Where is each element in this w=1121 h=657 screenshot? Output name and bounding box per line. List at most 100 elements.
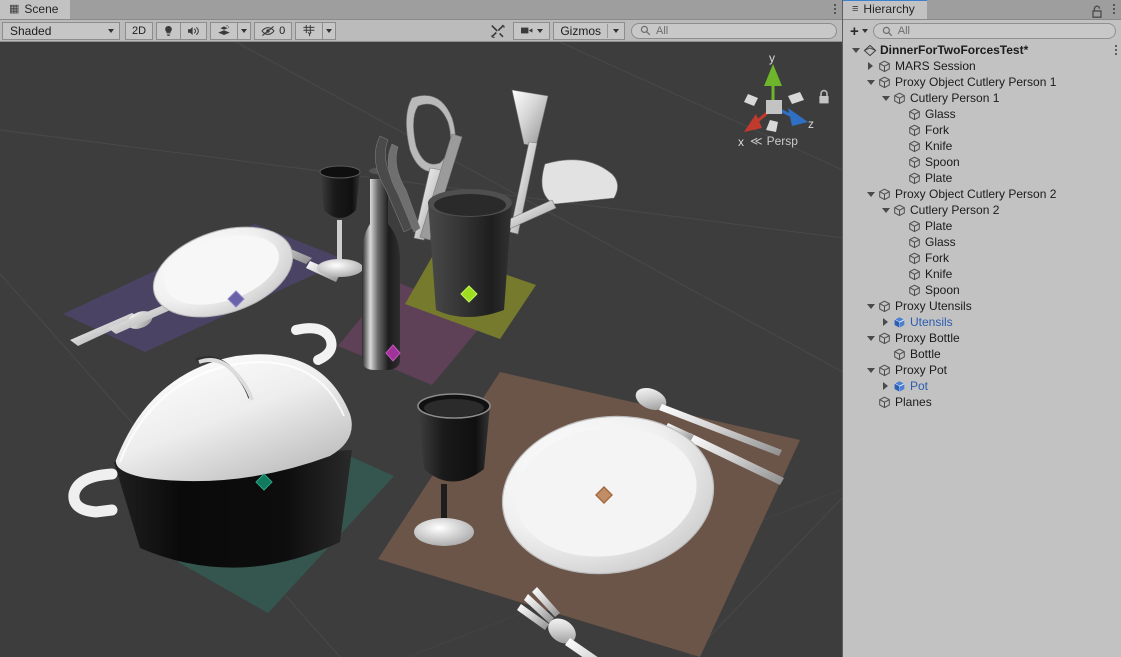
draw-mode-dropdown[interactable]: Shaded — [2, 22, 120, 40]
hierarchy-item-label: Proxy Object Cutlery Person 2 — [892, 187, 1056, 201]
gameobject-icon — [878, 60, 891, 73]
tab-scene[interactable]: ▦ Scene — [0, 0, 70, 19]
toggle-2d-button[interactable]: 2D — [125, 22, 153, 40]
scene-camera-button[interactable] — [513, 22, 550, 40]
grid-snap-button[interactable] — [295, 22, 323, 40]
gameobject-icon — [908, 236, 921, 249]
gameobject-icon — [878, 188, 891, 201]
gameobject-icon — [877, 188, 892, 201]
hierarchy-item[interactable]: Spoon — [843, 282, 1121, 298]
hierarchy-item-label: Spoon — [922, 155, 960, 169]
gameobject-icon — [908, 268, 921, 281]
scene-options-kebab-icon[interactable] — [828, 0, 842, 19]
scene-context-kebab-icon[interactable] — [1115, 42, 1117, 58]
hierarchy-item[interactable]: MARS Session — [843, 58, 1121, 74]
hierarchy-item[interactable]: Proxy Utensils — [843, 298, 1121, 314]
chevron-down-icon[interactable] — [864, 192, 877, 197]
hierarchy-item-label: Knife — [922, 267, 952, 281]
gameobject-icon — [877, 396, 892, 409]
hidden-objects-button[interactable]: 0 — [254, 22, 292, 40]
gameobject-icon — [908, 124, 921, 137]
hierarchy-item-label: Proxy Utensils — [892, 299, 972, 313]
prefab-icon — [893, 316, 906, 329]
hierarchy-item[interactable]: Proxy Pot — [843, 362, 1121, 378]
grid-dropdown-button[interactable] — [322, 22, 336, 40]
hierarchy-item[interactable]: Fork — [843, 250, 1121, 266]
chevron-down-icon — [326, 29, 332, 33]
chevron-down-icon — [862, 29, 868, 33]
hierarchy-item[interactable]: Plate — [843, 170, 1121, 186]
chevron-right-icon[interactable] — [879, 318, 892, 326]
chevron-down-icon[interactable] — [864, 368, 877, 373]
hierarchy-item[interactable]: Proxy Bottle — [843, 330, 1121, 346]
audio-toggle-button[interactable] — [180, 22, 207, 40]
scene-search-input[interactable]: All — [631, 23, 837, 39]
chevron-down-icon — [537, 29, 543, 33]
tools-icon — [490, 24, 505, 38]
hierarchy-item[interactable]: Proxy Object Cutlery Person 2 — [843, 186, 1121, 202]
scene-viewport[interactable]: x y z ≪ Persp — [0, 42, 842, 657]
gizmos-dropdown[interactable] — [608, 29, 624, 33]
hierarchy-item[interactable]: Utensils — [843, 314, 1121, 330]
hierarchy-item-label: Bottle — [907, 347, 941, 361]
effects-dropdown-button[interactable] — [237, 22, 251, 40]
gameobject-icon — [893, 92, 906, 105]
hierarchy-lock-button[interactable] — [1091, 5, 1107, 19]
hierarchy-item-label: Utensils — [907, 315, 953, 329]
scene-render — [0, 42, 842, 657]
gizmos-button[interactable]: Gizmos — [553, 22, 625, 40]
hierarchy-item[interactable]: Planes — [843, 394, 1121, 410]
scene-tools-button[interactable] — [483, 22, 512, 40]
tab-hierarchy[interactable]: ≡ Hierarchy — [843, 0, 927, 19]
hierarchy-item[interactable]: Knife — [843, 266, 1121, 282]
hierarchy-item[interactable]: Cutlery Person 2 — [843, 202, 1121, 218]
gameobject-icon — [907, 172, 922, 185]
hierarchy-search-input[interactable]: All — [873, 23, 1116, 39]
hierarchy-item[interactable]: Knife — [843, 138, 1121, 154]
hierarchy-options-kebab-icon[interactable] — [1107, 0, 1121, 19]
gizmos-label: Gizmos — [554, 24, 607, 38]
list-icon: ≡ — [852, 4, 858, 15]
hierarchy-item-label: DinnerForTwoForcesTest* — [877, 43, 1028, 57]
hierarchy-tree[interactable]: DinnerForTwoForcesTest*MARS SessionProxy… — [843, 42, 1121, 657]
hierarchy-scene-root[interactable]: DinnerForTwoForcesTest* — [843, 42, 1121, 58]
hierarchy-item[interactable]: Fork — [843, 122, 1121, 138]
hierarchy-item[interactable]: Glass — [843, 234, 1121, 250]
gameobject-icon — [907, 108, 922, 121]
camera-icon — [520, 25, 534, 36]
unity-editor-window: ▦ Scene Shaded 2D — [0, 0, 1121, 657]
chevron-right-icon[interactable] — [864, 62, 877, 70]
effects-toggle-button[interactable] — [210, 22, 238, 40]
chevron-down-icon[interactable] — [879, 208, 892, 213]
lighting-toggle-button[interactable] — [156, 22, 181, 40]
chevron-down-icon[interactable] — [864, 80, 877, 85]
hierarchy-item[interactable]: Pot — [843, 378, 1121, 394]
add-gameobject-button[interactable]: + — [848, 24, 870, 39]
hierarchy-item[interactable]: Plate — [843, 218, 1121, 234]
search-icon — [640, 25, 651, 36]
viewport-padlock-icon[interactable] — [817, 89, 831, 106]
chevron-down-icon[interactable] — [879, 96, 892, 101]
hierarchy-item[interactable]: Bottle — [843, 346, 1121, 362]
hierarchy-item[interactable]: Proxy Object Cutlery Person 1 — [843, 74, 1121, 90]
hierarchy-item[interactable]: Spoon — [843, 154, 1121, 170]
hierarchy-item[interactable]: Glass — [843, 106, 1121, 122]
gameobject-icon — [877, 332, 892, 345]
toolbar-group-camera — [513, 22, 549, 40]
chevron-down-icon — [613, 29, 619, 33]
projection-mode-label[interactable]: ≪ Persp — [726, 134, 822, 148]
chevron-down-icon[interactable] — [864, 336, 877, 341]
chevron-down-icon[interactable] — [849, 48, 862, 53]
gameobject-icon — [877, 76, 892, 89]
hierarchy-item-label: Fork — [922, 123, 949, 137]
draw-mode-label: Shaded — [10, 24, 51, 38]
hierarchy-item-label: Plate — [922, 219, 952, 233]
chevron-right-icon[interactable] — [879, 382, 892, 390]
gameobject-icon — [907, 156, 922, 169]
hierarchy-item-label: Proxy Pot — [892, 363, 947, 377]
chevron-down-icon[interactable] — [864, 304, 877, 309]
tab-scene-label: Scene — [24, 2, 58, 16]
gameobject-icon — [893, 204, 906, 217]
hierarchy-item[interactable]: Cutlery Person 1 — [843, 90, 1121, 106]
toolbar-group-2d: 2D — [125, 22, 152, 40]
